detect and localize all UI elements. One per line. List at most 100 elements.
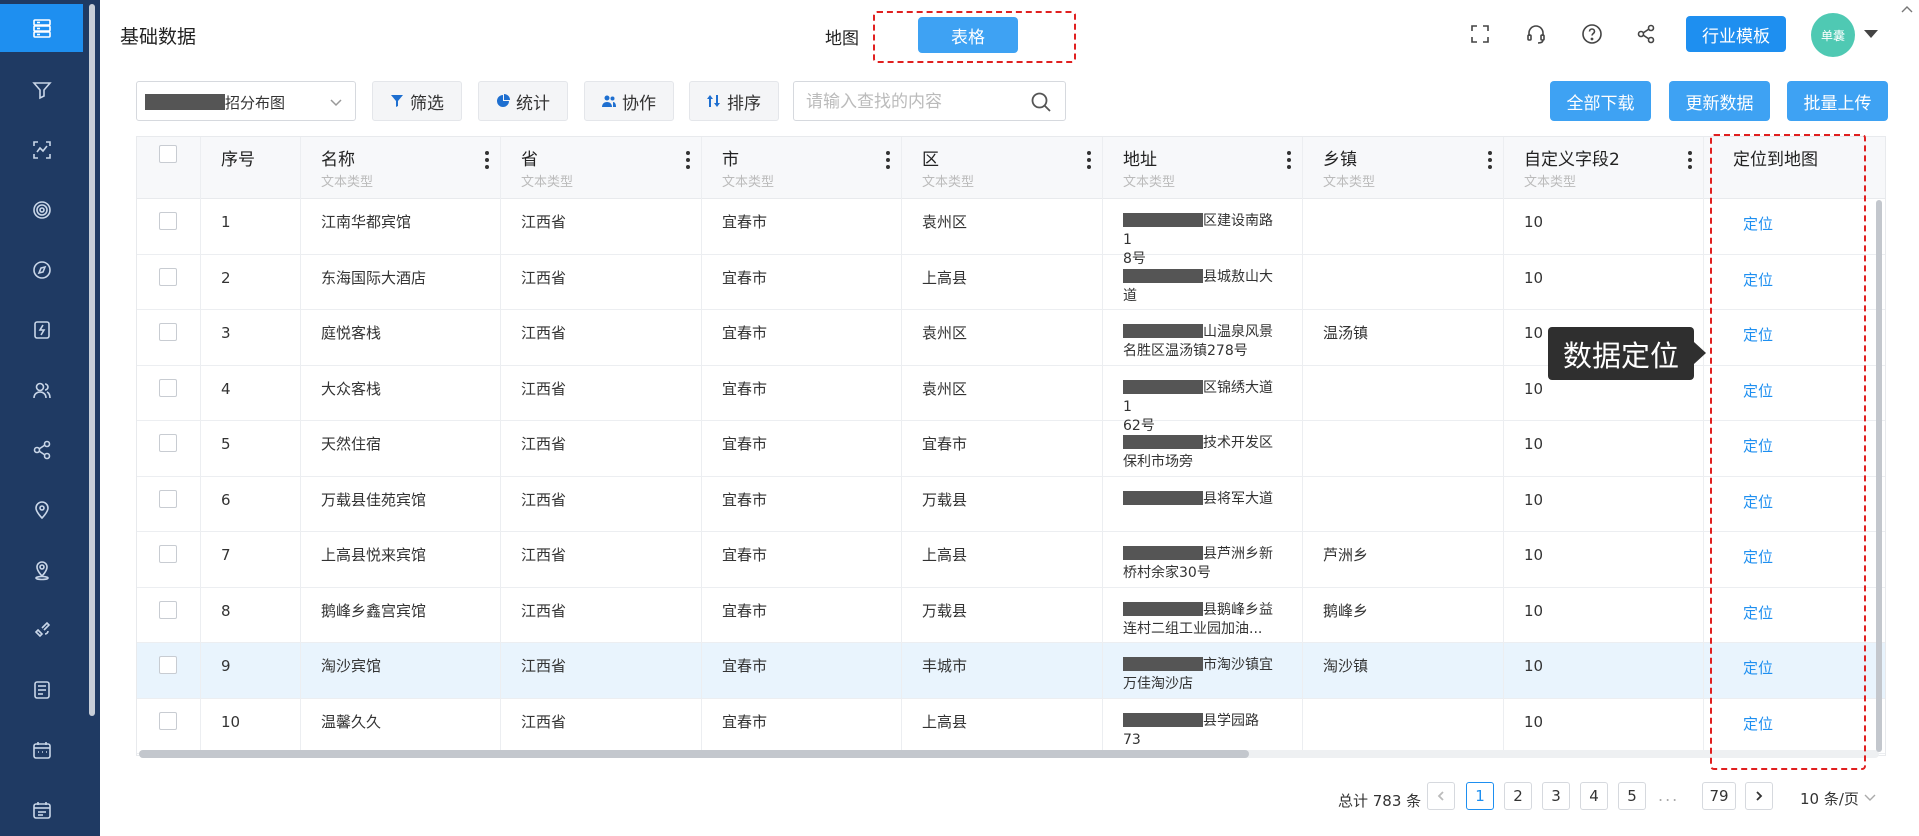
column-menu-icon[interactable] bbox=[1487, 149, 1493, 171]
locate-link[interactable]: 定位 bbox=[1743, 435, 1773, 456]
column-menu-icon[interactable] bbox=[1086, 149, 1092, 171]
fullscreen-icon[interactable] bbox=[1468, 22, 1492, 46]
pagination-ellipsis[interactable]: ... bbox=[1658, 786, 1679, 805]
table-row[interactable]: 8 鹅峰乡鑫宫宾馆 江西省 宜春市 万载县 县鹅峰乡益 连村二组工业园加油... 鹅峰乡 10 定… bbox=[137, 587, 1885, 643]
sort-button[interactable]: 排序 bbox=[689, 81, 779, 121]
sidebar-item-data[interactable] bbox=[0, 4, 83, 52]
search-box[interactable] bbox=[793, 81, 1066, 121]
column-menu-icon[interactable] bbox=[885, 149, 891, 171]
cell-idx: 3 bbox=[201, 310, 301, 365]
row-checkbox[interactable] bbox=[159, 434, 177, 452]
row-checkbox[interactable] bbox=[159, 545, 177, 563]
sidebar-item-filter[interactable] bbox=[0, 66, 83, 114]
sidebar-item-schedule[interactable] bbox=[0, 786, 83, 834]
table-row[interactable]: 2 东海国际大酒店 江西省 宜春市 上高县 县城敖山大道 10 定位 bbox=[137, 254, 1885, 310]
locate-link[interactable]: 定位 bbox=[1743, 380, 1773, 401]
chevron-up-icon[interactable] bbox=[1900, 2, 1914, 13]
column-title: 省 bbox=[521, 150, 538, 170]
pagination-page[interactable]: 2 bbox=[1504, 782, 1532, 810]
table-row[interactable]: 10 温馨久久 江西省 宜春市 上高县 县学园路73号 10 定位 bbox=[137, 698, 1885, 755]
pagination-page[interactable]: 3 bbox=[1542, 782, 1570, 810]
pagination-page[interactable]: 5 bbox=[1618, 782, 1646, 810]
sidebar-item-target[interactable] bbox=[0, 186, 83, 234]
locate-link[interactable]: 定位 bbox=[1743, 491, 1773, 512]
stats-button[interactable]: 统计 bbox=[478, 81, 568, 121]
filter-button[interactable]: 筛选 bbox=[372, 81, 462, 121]
locate-link[interactable]: 定位 bbox=[1743, 602, 1773, 623]
column-header-province[interactable]: 省 文本类型 bbox=[501, 137, 702, 199]
column-menu-icon[interactable] bbox=[484, 149, 490, 171]
page-size-select[interactable]: 10 条/页 bbox=[1800, 788, 1876, 809]
search-input[interactable] bbox=[806, 90, 1016, 114]
avatar[interactable]: 单囊 bbox=[1811, 13, 1855, 57]
column-header-index[interactable]: 序号 bbox=[201, 137, 301, 199]
data-table: 序号 名称 文本类型 省 文本类型 市 文本类型 区 文本类型 地址 文本类型 bbox=[136, 136, 1886, 756]
column-menu-icon[interactable] bbox=[1286, 149, 1292, 171]
sidebar-item-report[interactable] bbox=[0, 666, 83, 714]
pagination-last-page[interactable]: 79 bbox=[1702, 782, 1736, 810]
column-header-address[interactable]: 地址 文本类型 bbox=[1103, 137, 1303, 199]
table-row[interactable]: 7 上高县悦来宾馆 江西省 宜春市 上高县 县芦洲乡新 桥村余家30号 芦洲乡 10 定位 bbox=[137, 532, 1885, 588]
table-row[interactable]: 6 万载县佳苑宾馆 江西省 宜春市 万载县 县将军大道 10 定位 bbox=[137, 476, 1885, 532]
industry-template-button[interactable]: 行业模板 bbox=[1686, 16, 1786, 52]
column-menu-icon[interactable] bbox=[685, 149, 691, 171]
table-row[interactable]: 9 淘沙宾馆 江西省 宜春市 丰城市 市淘沙镇宜 万佳淘沙店 淘沙镇 10 定位 bbox=[137, 643, 1885, 699]
headset-icon[interactable] bbox=[1524, 22, 1548, 46]
select-all-checkbox[interactable] bbox=[159, 145, 177, 163]
column-header-town[interactable]: 乡镇 文本类型 bbox=[1303, 137, 1504, 199]
cell-text: 宜春市 bbox=[722, 324, 768, 342]
locate-link[interactable]: 定位 bbox=[1743, 324, 1773, 345]
sidebar-item-share[interactable] bbox=[0, 426, 83, 474]
row-checkbox[interactable] bbox=[159, 600, 177, 619]
sidebar-item-location-search[interactable] bbox=[0, 486, 83, 534]
sidebar-item-tools[interactable] bbox=[0, 606, 83, 654]
locate-link[interactable]: 定位 bbox=[1743, 269, 1773, 290]
vertical-scrollbar[interactable] bbox=[1876, 200, 1882, 752]
locate-link[interactable]: 定位 bbox=[1743, 213, 1773, 234]
row-checkbox[interactable] bbox=[159, 656, 177, 674]
batch-upload-button[interactable]: 批量上传 bbox=[1787, 81, 1888, 121]
table-row[interactable]: 1 江南华都宾馆 江西省 宜春市 袁州区 区建设南路1 8号 10 定位 bbox=[137, 199, 1885, 267]
horizontal-scrollbar-thumb[interactable] bbox=[139, 750, 1249, 758]
pagination-page[interactable]: 4 bbox=[1580, 782, 1608, 810]
column-header-locate[interactable]: 定位到地图 bbox=[1723, 137, 1885, 199]
collab-button[interactable]: 协作 bbox=[584, 81, 674, 121]
row-checkbox[interactable] bbox=[159, 267, 177, 286]
view-toggle-table[interactable]: 表格 bbox=[918, 17, 1018, 53]
help-icon[interactable] bbox=[1580, 22, 1604, 46]
pagination-page[interactable]: 1 bbox=[1466, 782, 1494, 810]
locate-link[interactable]: 定位 bbox=[1743, 713, 1773, 734]
update-data-button[interactable]: 更新数据 bbox=[1669, 81, 1770, 121]
download-all-button[interactable]: 全部下载 bbox=[1550, 81, 1651, 121]
share-icon[interactable] bbox=[1634, 22, 1658, 46]
sidebar-item-power[interactable] bbox=[0, 306, 83, 354]
row-checkbox[interactable] bbox=[159, 323, 177, 341]
sidebar-item-compass[interactable] bbox=[0, 246, 83, 294]
locate-link[interactable]: 定位 bbox=[1743, 546, 1773, 567]
search-icon[interactable] bbox=[1030, 91, 1052, 113]
sidebar-scrollbar[interactable] bbox=[89, 4, 95, 716]
row-checkbox[interactable] bbox=[159, 378, 177, 397]
column-header-district[interactable]: 区 文本类型 bbox=[902, 137, 1103, 199]
row-checkbox[interactable] bbox=[159, 489, 177, 508]
column-header-city[interactable]: 市 文本类型 bbox=[702, 137, 902, 199]
caret-down-icon[interactable] bbox=[1864, 30, 1878, 38]
row-checkbox[interactable] bbox=[159, 711, 177, 730]
sidebar-item-analysis[interactable] bbox=[0, 126, 83, 174]
horizontal-scrollbar[interactable] bbox=[139, 750, 1879, 758]
locate-link[interactable]: 定位 bbox=[1743, 657, 1773, 678]
sidebar-item-calendar[interactable] bbox=[0, 726, 83, 774]
sidebar-item-users[interactable] bbox=[0, 366, 83, 414]
sidebar-item-location[interactable] bbox=[0, 546, 83, 594]
pagination-next[interactable] bbox=[1745, 782, 1773, 810]
table-row[interactable]: 5 天然住宿 江西省 宜春市 宜春市 技术开发区 保利市场旁 10 定位 bbox=[137, 421, 1885, 477]
view-toggle-map[interactable]: 地图 bbox=[825, 24, 859, 49]
row-checkbox[interactable] bbox=[159, 212, 177, 230]
cell-town bbox=[1303, 254, 1504, 310]
column-header-custom2[interactable]: 自定义字段2 文本类型 bbox=[1504, 137, 1704, 199]
column-header-name[interactable]: 名称 文本类型 bbox=[301, 137, 501, 199]
tooltip-arrow bbox=[1694, 342, 1706, 364]
pagination-prev[interactable] bbox=[1427, 782, 1455, 810]
column-menu-icon[interactable] bbox=[1687, 149, 1693, 171]
dataset-select[interactable]: 招分布图 bbox=[136, 81, 356, 121]
